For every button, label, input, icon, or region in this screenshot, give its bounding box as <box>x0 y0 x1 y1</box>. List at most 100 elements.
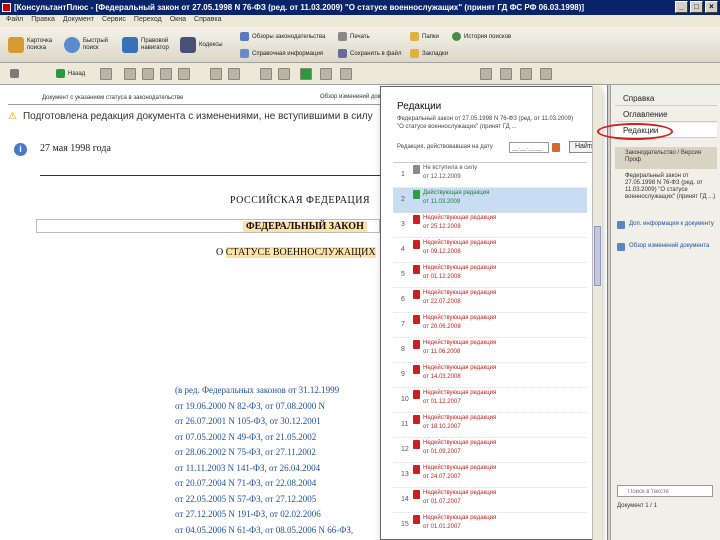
edition-line[interactable]: от 19.06.2000 N 82-ФЗ, от 07.08.2000 N <box>175 401 353 417</box>
print-button[interactable]: Печать <box>338 32 370 41</box>
document-icon <box>413 415 420 424</box>
folders-button[interactable]: Папки <box>410 32 439 41</box>
edition-row[interactable]: 12 Недействующая редакция от 01.09.2007 <box>393 438 587 463</box>
arrow-left-icon <box>56 69 65 78</box>
folder-icon <box>410 32 419 41</box>
edition-row[interactable]: 2 Действующая редакция от 11.03.2009 <box>393 188 587 213</box>
document-scrollbar[interactable] <box>592 86 602 540</box>
bookmark-nav-icon[interactable] <box>480 68 492 80</box>
edition-row[interactable]: 15 Недействующая редакция от 01.01.2007 <box>393 513 587 537</box>
document-status-link[interactable]: Документ с указанием статуса в законодат… <box>42 95 183 101</box>
edition-line[interactable]: от 20.07.2004 N 71-ФЗ, от 22.08.2004 <box>175 478 353 494</box>
scrollbar-thumb[interactable] <box>594 226 601 286</box>
edition-row[interactable]: 1 Не вступила в силу от 12.12.2009 <box>393 163 587 188</box>
edition-line[interactable]: от 07.05.2002 N 49-ФЗ, от 21.05.2002 <box>175 432 353 448</box>
edition-number: 3 <box>401 221 405 228</box>
edition-line[interactable]: от 27.12.2005 N 191-ФЗ, от 02.02.2006 <box>175 509 353 525</box>
edition-line[interactable]: от 26.07.2001 N 105-ФЗ, от 30.12.2001 <box>175 416 353 432</box>
legal-navigator-button[interactable]: Правовой навигатор <box>122 37 178 53</box>
menu-help[interactable]: Справка <box>194 16 221 26</box>
edition-line[interactable]: (в ред. Федеральных законов от 31.12.199… <box>175 385 353 401</box>
menu-go[interactable]: Переход <box>134 16 162 26</box>
edition-date: от 22.07.2008 <box>423 299 461 305</box>
edition-date: от 01.01.2007 <box>423 524 461 530</box>
document-icon <box>413 215 420 224</box>
edition-status: Недействующая редакция <box>423 265 497 271</box>
export-icon[interactable] <box>142 68 154 80</box>
edition-row[interactable]: 5 Недействующая редакция от 01.12.2008 <box>393 263 587 288</box>
edition-status: Недействующая редакция <box>423 315 497 321</box>
fast-search-button[interactable]: Быстрый поиск <box>64 37 118 53</box>
extra-info-link[interactable]: Доп. информация к документу <box>615 221 717 237</box>
folder-add-icon[interactable] <box>278 68 290 80</box>
edition-number: 6 <box>401 296 405 303</box>
calendar-icon[interactable] <box>552 143 560 152</box>
history-button[interactable]: История поисков <box>452 32 511 41</box>
filter-icon[interactable] <box>320 68 332 80</box>
edition-row[interactable]: 9 Недействующая редакция от 14.03.2008 <box>393 363 587 388</box>
edition-line[interactable]: от 11.11.2003 N 141-ФЗ, от 26.04.2004 <box>175 463 353 479</box>
edition-status: Недействующая редакция <box>423 365 497 371</box>
edition-row[interactable]: 3 Недействующая редакция от 25.12.2008 <box>393 213 587 238</box>
arrow-right-icon[interactable] <box>100 68 112 80</box>
date-input[interactable] <box>509 142 549 153</box>
editions-list: (в ред. Федеральных законов от 31.12.199… <box>175 385 353 540</box>
edition-number: 13 <box>401 471 409 478</box>
card-search-button[interactable]: Карточка поиска <box>8 37 60 53</box>
edition-row[interactable]: 8 Недействующая редакция от 11.06.2008 <box>393 338 587 363</box>
edition-line[interactable]: от 22.05.2005 N 57-ФЗ, от 27.12.2005 <box>175 494 353 510</box>
edition-row[interactable]: 11 Недействующая редакция от 18.10.2007 <box>393 413 587 438</box>
close-doc-icon[interactable] <box>540 68 552 80</box>
window-title-bar: [КонсультантПлюс - [Федеральный закон от… <box>0 0 720 15</box>
copy-icon[interactable] <box>124 68 136 80</box>
menu-toggle-button[interactable] <box>10 69 19 78</box>
tab-reference[interactable]: Справка <box>615 91 717 106</box>
edition-number: 7 <box>401 321 405 328</box>
edition-date: от 01.12.2007 <box>423 399 461 405</box>
edition-line[interactable]: от 04.05.2006 N 61-ФЗ, от 08.05.2006 N 6… <box>175 525 353 540</box>
excel-icon[interactable] <box>178 68 190 80</box>
edition-row[interactable]: 10 Недействующая редакция от 01.12.2007 <box>393 388 587 413</box>
edition-row[interactable]: 14 Недействующая редакция от 01.07.2007 <box>393 488 587 513</box>
date-label: Редакция, действовавшая на дату <box>397 144 493 150</box>
bookmark-add-icon[interactable] <box>260 68 272 80</box>
save-file-button[interactable]: Сохранить в файл <box>338 49 401 58</box>
card-search-icon <box>8 37 24 53</box>
maximize-button[interactable]: □ <box>690 1 703 13</box>
tab-contents[interactable]: Оглавление <box>615 107 717 122</box>
sidebar-search-input[interactable] <box>617 485 713 497</box>
info-icon[interactable]: i <box>14 143 27 156</box>
edition-row[interactable]: 7 Недействующая редакция от 20.06.2008 <box>393 313 587 338</box>
edition-compare-icon[interactable] <box>340 68 352 80</box>
minimize-button[interactable]: _ <box>675 1 688 13</box>
right-sidebar: Справка Оглавление Редакции Законодатель… <box>610 85 720 540</box>
edition-row[interactable]: 13 Недействующая редакция от 24.07.2007 <box>393 463 587 488</box>
zoom-icon[interactable] <box>520 68 532 80</box>
codes-button[interactable]: Кодексы <box>180 37 230 53</box>
bookmarks-button[interactable]: Закладки <box>410 49 448 58</box>
edition-line[interactable]: от 28.06.2002 N 75-ФЗ, от 27.11.2002 <box>175 447 353 463</box>
edition-date: от 12.12.2009 <box>423 174 461 180</box>
find-icon[interactable] <box>210 68 222 80</box>
back-button[interactable]: Назад <box>56 69 85 78</box>
changes-review-link[interactable]: Обзор изменений документа <box>615 243 717 259</box>
review-button[interactable]: Обзоры законодательства <box>240 32 325 41</box>
menu-bar: Файл Правка Документ Сервис Переход Окна… <box>0 15 720 27</box>
menu-service[interactable]: Сервис <box>102 16 126 26</box>
close-button[interactable]: × <box>705 1 718 13</box>
word-icon[interactable] <box>160 68 172 80</box>
menu-file[interactable]: Файл <box>6 16 23 26</box>
reference-button[interactable]: Справочная информация <box>240 49 323 58</box>
edition-status: Недействующая редакция <box>423 390 497 396</box>
jump-icon[interactable] <box>300 68 312 80</box>
document-icon <box>413 490 420 499</box>
font-size-icon[interactable] <box>500 68 512 80</box>
edition-row[interactable]: 6 Недействующая редакция от 22.07.2008 <box>393 288 587 313</box>
print-preview-icon[interactable] <box>228 68 240 80</box>
menu-windows[interactable]: Окна <box>170 16 186 26</box>
edition-row[interactable]: 4 Недействующая редакция от 09.12.2008 <box>393 238 587 263</box>
warning-message: ⚠ Подготовлена редакция документа с измен… <box>8 111 373 122</box>
menu-edit[interactable]: Правка <box>31 16 55 26</box>
menu-document[interactable]: Документ <box>63 16 94 26</box>
doc-changes-icon <box>617 243 625 251</box>
